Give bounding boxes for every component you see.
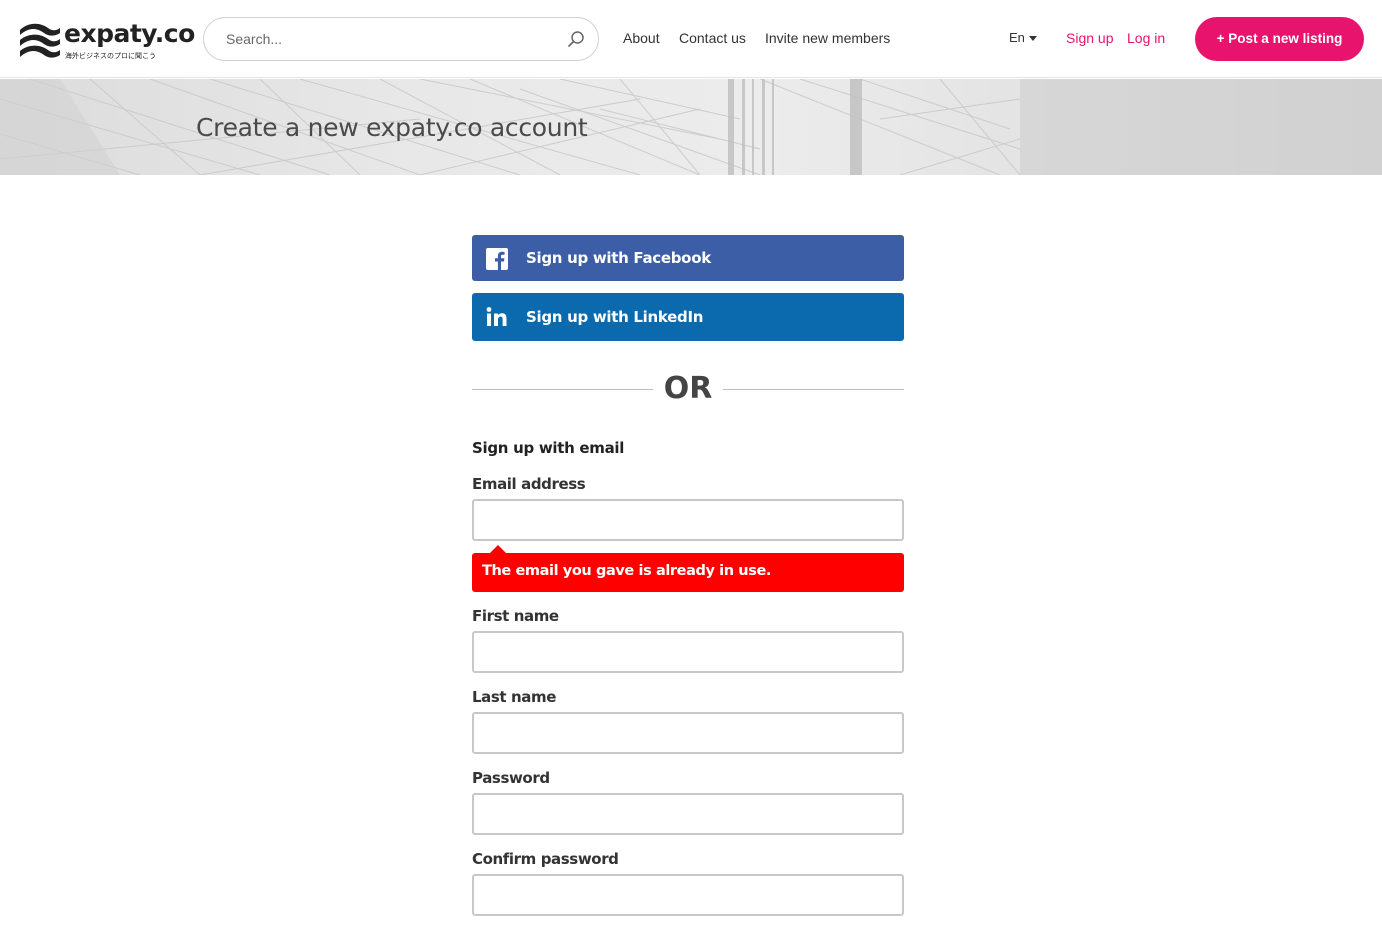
email-error-message: The email you gave is already in use.	[472, 553, 904, 592]
divider-line-right	[723, 389, 904, 390]
post-listing-button[interactable]: + Post a new listing	[1195, 17, 1364, 61]
nav-contact-link[interactable]: Contact us	[679, 30, 746, 46]
login-link[interactable]: Log in	[1127, 30, 1165, 46]
site-logo[interactable]: expaty.co 海外ビジネスのプロに聞こう	[18, 18, 195, 60]
page-title: Create a new expaty.co account	[196, 113, 588, 142]
or-divider: OR	[663, 371, 713, 406]
nav-invite-link[interactable]: Invite new members	[765, 30, 890, 46]
email-signup-heading: Sign up with email	[472, 439, 625, 457]
password-label: Password	[472, 769, 550, 787]
language-selector[interactable]: En	[1009, 30, 1037, 45]
logo-text: expaty.co	[64, 19, 195, 48]
search-icon[interactable]	[567, 30, 585, 48]
facebook-signup-button[interactable]: Sign up with Facebook	[472, 235, 904, 281]
first-name-field[interactable]	[472, 631, 904, 673]
logo-wave-icon	[20, 23, 60, 58]
first-name-label: First name	[472, 607, 559, 625]
language-label: En	[1009, 30, 1025, 45]
last-name-label: Last name	[472, 688, 557, 706]
password-field[interactable]	[472, 793, 904, 835]
confirm-password-field[interactable]	[472, 874, 904, 916]
logo-tagline: 海外ビジネスのプロに聞こう	[65, 53, 156, 60]
signup-link[interactable]: Sign up	[1066, 30, 1113, 46]
search-input[interactable]	[226, 28, 546, 50]
confirm-password-label: Confirm password	[472, 850, 619, 868]
facebook-icon	[486, 248, 508, 270]
caret-down-icon	[1028, 36, 1037, 42]
hero-banner: Create a new expaty.co account	[0, 79, 1382, 175]
linkedin-icon	[486, 307, 507, 326]
error-pointer	[490, 545, 506, 553]
divider-line-left	[472, 389, 653, 390]
linkedin-signup-label: Sign up with LinkedIn	[526, 308, 704, 326]
last-name-field[interactable]	[472, 712, 904, 754]
site-header: expaty.co 海外ビジネスのプロに聞こう About Contact us…	[0, 0, 1382, 78]
facebook-signup-label: Sign up with Facebook	[526, 249, 711, 267]
email-label: Email address	[472, 475, 586, 493]
linkedin-signup-button[interactable]: Sign up with LinkedIn	[472, 293, 904, 341]
search-box	[203, 17, 599, 61]
nav-about-link[interactable]: About	[623, 30, 660, 46]
email-field[interactable]	[472, 499, 904, 541]
